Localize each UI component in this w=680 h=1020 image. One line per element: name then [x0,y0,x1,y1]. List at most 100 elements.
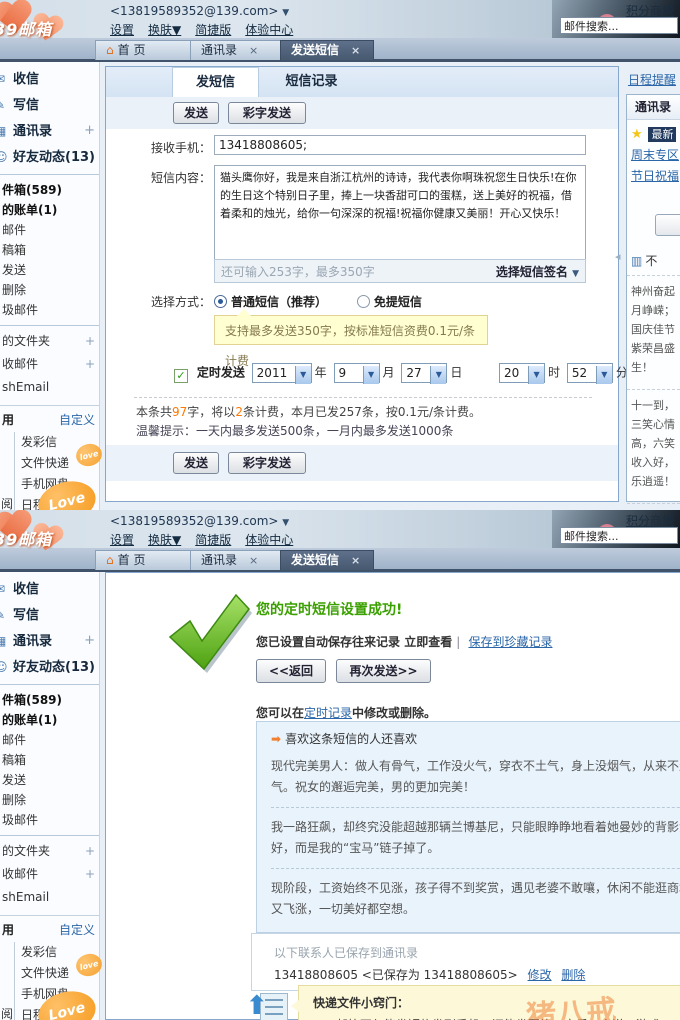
plus-icon[interactable]: + [85,863,95,886]
tab-home[interactable]: ⌂ 首 页 [95,550,195,570]
plus-icon[interactable]: + [84,628,95,654]
header-nav-link[interactable]: 简捷版 [195,23,231,37]
modify-link[interactable]: 修改 [528,968,552,982]
mail-search-input[interactable] [560,17,678,34]
customize-link[interactable]: 自定义 [59,411,95,428]
sidebar-extra-item[interactable]: 的文件夹 + [2,840,99,863]
tab-home[interactable]: ⌂ 首 页 [95,40,195,60]
139-mail-logo[interactable]: 39邮箱 [0,0,92,58]
plus-icon[interactable]: + [85,330,95,353]
sidebar-folder-item[interactable]: 圾邮件 [2,300,99,320]
sidebar-folder-item[interactable]: 邮件 [2,220,99,240]
chevron-down-icon: ▼ [362,366,379,384]
sms-content-textarea[interactable]: 猫头鹰你好，我是来自浙江杭州的诗诗，我代表你啊珠祝您生日快乐!在你的生日这个特别… [214,165,586,259]
sidebar-nav-item[interactable]: ☺ 好友动态(13) [0,144,99,170]
greeting-panel: 日程提醒 通讯录 ★ 最新 周末专区 节日祝福 ▥ 不 神州奋起 月峥嵘； 国庆佳… [622,70,680,505]
sidebar-folder-item[interactable]: 发送 [2,770,99,790]
tab-contacts[interactable]: 通讯录 × [190,40,284,60]
close-icon[interactable]: × [351,44,360,57]
radio-handsfree-label: 免提短信 [373,295,422,309]
header-nav-link[interactable]: 体验中心 [245,23,293,37]
sidebar-folder-item[interactable]: 稿箱 [2,750,99,770]
sidebar-item-label: 通讯录 [13,124,53,139]
subtab-send-sms[interactable]: 发短信 [172,67,259,97]
subtab-sms-history[interactable]: 短信记录 [264,67,359,96]
sidebar-folder-item[interactable]: 删除 [2,790,99,810]
send-button-bottom[interactable]: 发送 [173,452,219,474]
account-dropdown[interactable]: <13819589352@139.com> ▼ [110,4,289,18]
header-nav-link[interactable]: 体验中心 [245,533,293,547]
close-icon[interactable]: × [351,554,360,567]
139-mail-logo[interactable]: 39邮箱 [0,510,92,568]
minute-select[interactable]: 52 ▼ [566,363,613,384]
sidebar-folder-item[interactable]: 的账单(1) [2,710,99,730]
sidebar-extra-item[interactable]: shEmail [2,886,99,909]
schedule-reminder-link[interactable]: 日程提醒 [628,71,676,88]
festival-greeting-link[interactable]: 节日祝福 [631,167,680,184]
close-icon[interactable]: × [249,554,258,567]
year-select[interactable]: 2011 ▼ [251,363,312,384]
tab-send-sms[interactable]: 发送短信 × [280,40,374,60]
color-send-button[interactable]: 彩字发送 [228,102,306,124]
sidebar-folder-item[interactable]: 圾邮件 [2,810,99,830]
day-select[interactable]: 27 ▼ [401,363,448,384]
filter-toggle[interactable]: ▥ 不 [631,252,680,269]
phone-input[interactable] [214,135,586,155]
account-dropdown[interactable]: <13819589352@139.com> ▼ [110,514,289,528]
sidebar-folder-item[interactable]: 邮件 [2,730,99,750]
sidebar-nav-item[interactable]: ✉ 收信 [0,66,99,92]
sidebar-folder-item[interactable]: 稿箱 [2,240,99,260]
sidebar-folder-item[interactable]: 件箱(589) [2,180,99,200]
sidebar-nav-item[interactable]: ✎ 写信 [0,602,99,628]
send-button[interactable]: 发送 [173,102,219,124]
sidebar-nav-item[interactable]: ☺ 好友动态(13) [0,654,99,680]
sidebar-nav-item[interactable]: ▦ 通讯录 + [0,118,99,144]
delete-link[interactable]: 删除 [561,968,585,982]
sidebar-item-label: 收信 [13,72,40,87]
save-to-favorites-link[interactable]: 保存到珍藏记录 [468,635,552,649]
resend-button[interactable]: 再次发送>> [336,659,431,683]
collapse-panel-arrow[interactable]: ◂ [615,250,621,263]
sidebar-folder-item[interactable]: 发送 [2,260,99,280]
sidebar-nav-item[interactable]: ✎ 写信 [0,92,99,118]
sidebar-extra-item[interactable]: shEmail [2,376,99,399]
chevron-down-icon: ▼ [572,269,579,279]
header-nav-link[interactable]: 简捷版 [195,533,231,547]
radio-handsfree-sms[interactable]: 免提短信 [356,295,422,309]
header-nav-link[interactable]: 设置 [110,533,134,547]
header-nav-link[interactable]: 设置 [110,23,134,37]
tab-send-sms[interactable]: 发送短信 × [280,550,374,570]
weekend-zone-link[interactable]: 周末专区 [631,146,680,163]
plus-icon[interactable]: + [84,118,95,144]
hour-select[interactable]: 20 ▼ [499,363,546,384]
greeting-panel-button[interactable] [655,214,680,236]
sidebar-nav-item[interactable]: ▦ 通讯录 + [0,628,99,654]
signature-select-link[interactable]: 选择短信签名 ▼ [496,260,579,286]
suggested-sms-item: 现代完美男人：做人有骨气，工作没火气，穿衣不土气，身上没烟气，从来不生气，说话有… [271,759,680,794]
radio-normal-sms[interactable]: 普通短信（推荐） [214,295,327,309]
close-icon[interactable]: × [249,44,258,57]
month-select[interactable]: 9 ▼ [333,363,380,384]
header-nav-link[interactable]: 换肤▼ [148,533,181,547]
sidebar-nav-item[interactable]: ✉ 收信 [0,576,99,602]
schedule-checkbox[interactable]: ✓ [174,368,188,383]
mail-search-input[interactable] [560,527,678,544]
customize-link[interactable]: 自定义 [59,921,95,938]
sidebar-extra-item[interactable]: 收邮件 + [2,863,99,886]
view-now-link[interactable]: 立即查看 [404,635,452,649]
sms-template-item: 神州奋起 月峥嵘； 国庆佳节 紫荣昌盛 生！ [627,275,680,383]
scheduled-records-link[interactable]: 定时记录 [304,706,352,720]
sidebar-folder-item[interactable]: 的账单(1) [2,200,99,220]
home-icon: ⌂ [106,43,114,57]
color-send-button-bottom[interactable]: 彩字发送 [228,452,306,474]
plus-icon[interactable]: + [85,840,95,863]
sidebar-folder-item[interactable]: 件箱(589) [2,690,99,710]
sidebar-folder-item[interactable]: 删除 [2,280,99,300]
plus-icon[interactable]: + [85,353,95,376]
tab-contacts[interactable]: 通讯录 × [190,550,284,570]
header-nav-link[interactable]: 换肤▼ [148,23,181,37]
sidebar-extra-item[interactable]: 的文件夹 + [2,330,99,353]
account-email: <13819589352@139.com> [110,4,279,18]
sidebar-extra-item[interactable]: 收邮件 + [2,353,99,376]
back-button[interactable]: <<返回 [256,659,326,683]
